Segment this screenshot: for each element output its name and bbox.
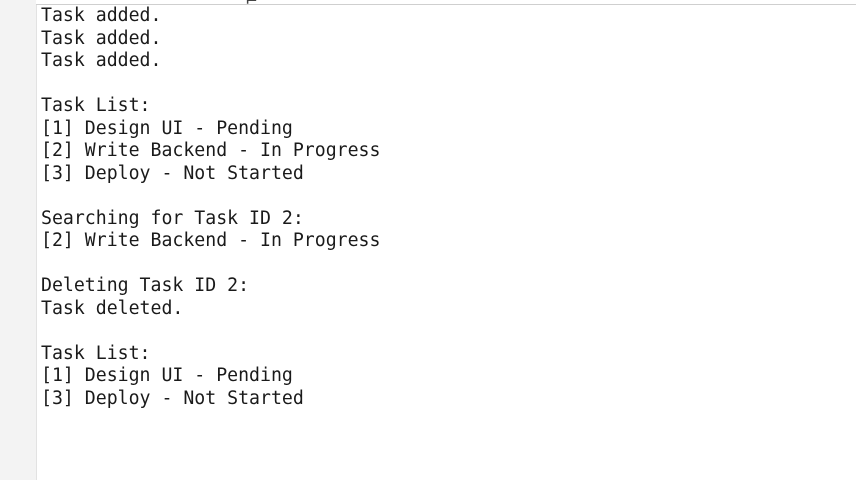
- output-line: Task added.: [41, 5, 162, 26]
- output-line: [2] Write Backend - In Progress: [41, 140, 381, 161]
- console-output[interactable]: Task added. Task added. Task added. Task…: [41, 5, 856, 410]
- output-line: [3] Deploy - Not Started: [41, 387, 304, 409]
- output-line: [1] Design UI - Pending: [41, 117, 293, 139]
- output-line: Task deleted.: [41, 297, 184, 319]
- output-line: Task List:: [41, 342, 151, 364]
- console-window: ⌐ ˌ ˌ ˌ ˌ ˌ ˌ ˌ ˌ ˌ ˌ ˌ ˌ ˌ ˌ ˌ ˌ ˌ ˌ ˌ …: [0, 0, 856, 480]
- output-line: [1] Design UI - Pending: [41, 365, 293, 386]
- line-gutter: [0, 0, 37, 480]
- output-line: Searching for Task ID 2:: [41, 207, 304, 229]
- output-line: Task added.: [41, 27, 162, 49]
- output-line: Task added.: [41, 50, 162, 71]
- output-line: Task List:: [41, 95, 151, 116]
- output-line: [2] Write Backend - In Progress: [41, 230, 381, 251]
- output-line: [3] Deploy - Not Started: [41, 162, 304, 184]
- output-line: Deleting Task ID 2:: [41, 275, 250, 296]
